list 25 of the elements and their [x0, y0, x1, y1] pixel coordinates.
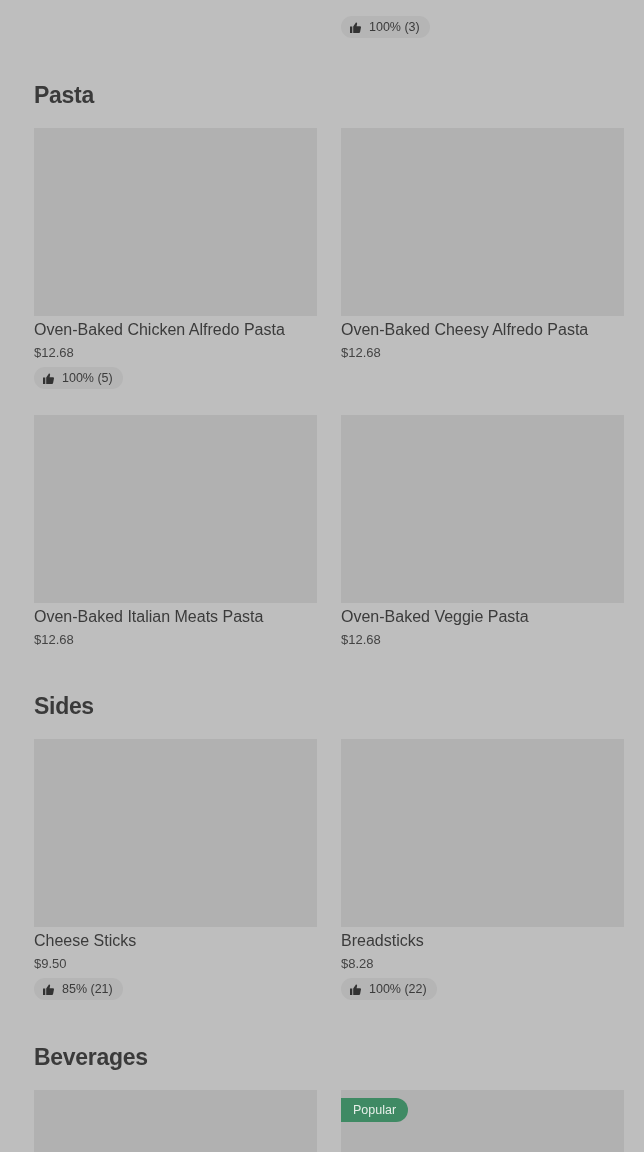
item-price: $12.68: [34, 631, 74, 649]
thumbs-up-icon: [43, 983, 54, 995]
section-heading: Pasta: [34, 81, 96, 110]
thumbs-up-icon: [43, 372, 54, 384]
thumbs-up-icon: [350, 21, 361, 33]
item-name[interactable]: Oven-Baked Cheesy Alfredo Pasta: [341, 319, 589, 341]
item-name[interactable]: Oven-Baked Italian Meats Pasta: [34, 606, 264, 628]
rating-text: 100% (22): [369, 982, 427, 996]
item-price: $12.68: [34, 344, 74, 362]
item-price: $12.68: [341, 631, 381, 649]
image-placeholder[interactable]: Popular: [341, 1090, 624, 1152]
item-name[interactable]: Cheese Sticks: [34, 930, 137, 952]
rating-text: 85% (21): [62, 982, 113, 996]
item-name[interactable]: Oven-Baked Veggie Pasta: [341, 606, 529, 628]
item-price: $12.68: [341, 344, 381, 362]
item-price: $8.28: [341, 955, 374, 973]
item-price: $9.50: [34, 955, 67, 973]
popular-badge: Popular: [341, 1098, 409, 1122]
item-name[interactable]: Oven-Baked Chicken Alfredo Pasta: [34, 319, 285, 341]
thumbs-up-icon: [350, 983, 361, 995]
section-heading: Beverages: [34, 1043, 149, 1072]
section-heading: Sides: [34, 692, 95, 721]
item-name[interactable]: Breadsticks: [341, 930, 424, 952]
rating-text: 100% (3): [369, 20, 420, 34]
rating-text: 100% (5): [62, 371, 113, 385]
